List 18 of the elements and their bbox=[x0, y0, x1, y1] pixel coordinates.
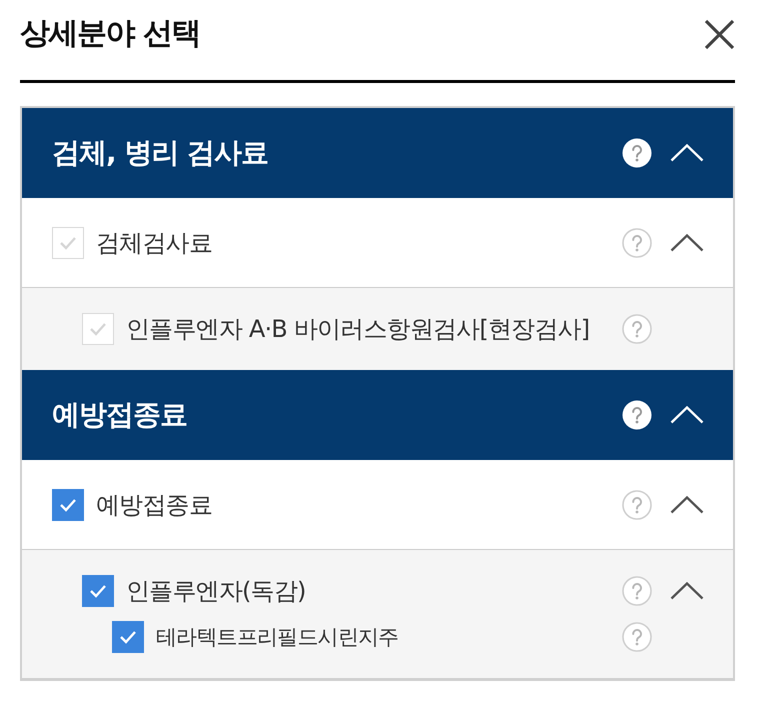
help-icon[interactable] bbox=[622, 400, 652, 430]
dialog-title: 상세분야 선택 bbox=[20, 16, 200, 52]
close-button[interactable] bbox=[704, 18, 735, 50]
category-label: 인플루엔자 A·B 바이러스항원검사[현장검사] bbox=[126, 314, 590, 345]
chevron-up-icon[interactable] bbox=[670, 496, 704, 514]
category-label: 테라텍트프리필드시린지주 bbox=[156, 624, 400, 651]
section-title: 예방접종료 bbox=[52, 397, 188, 433]
help-icon[interactable] bbox=[622, 138, 652, 168]
chevron-up-icon[interactable] bbox=[670, 234, 704, 252]
category-label: 인플루엔자(독감) bbox=[126, 576, 307, 607]
category-label: 예방접종료 bbox=[96, 490, 214, 520]
checkbox[interactable] bbox=[112, 621, 144, 653]
category-label: 검체검사료 bbox=[96, 228, 214, 258]
close-icon bbox=[704, 18, 735, 50]
checkbox[interactable] bbox=[82, 575, 114, 607]
checkbox[interactable] bbox=[52, 488, 84, 520]
section-title: 검체, 병리 검사료 bbox=[52, 135, 270, 171]
chevron-up-icon[interactable] bbox=[670, 582, 704, 600]
